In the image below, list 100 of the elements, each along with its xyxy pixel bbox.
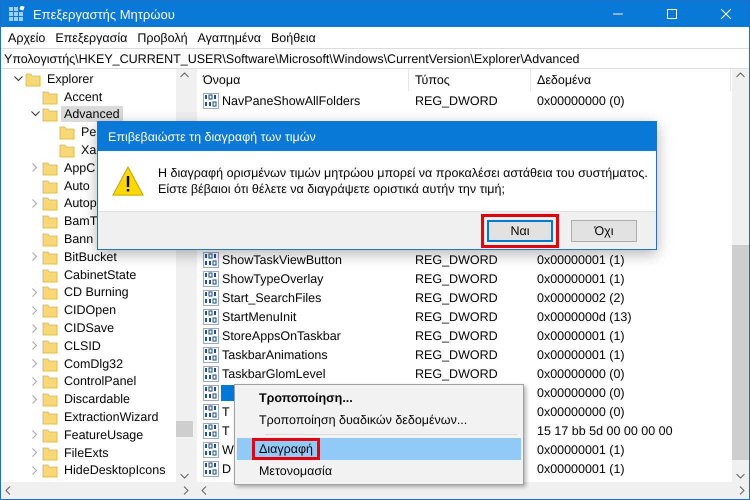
column-header[interactable]: Τύπος	[409, 69, 531, 91]
scroll-right-icon[interactable]	[183, 486, 189, 495]
tree-item[interactable]: Explorer	[44, 70, 97, 87]
value-type: REG_DWORD	[414, 328, 499, 342]
tree-item[interactable]: Xa	[78, 142, 100, 158]
menu-option[interactable]: Τροποποίηση...	[237, 387, 521, 409]
menu-item[interactable]: Επεξεργασία	[50, 30, 132, 44]
dialog-title: Επιβεβαιώστε τη διαγραφή των τιμών	[108, 130, 316, 144]
chevron-down-icon[interactable]	[14, 76, 22, 82]
column-header[interactable]: Δεδομένα	[531, 69, 731, 91]
scroll-down-icon[interactable]	[180, 473, 189, 479]
folder-icon	[42, 88, 58, 105]
tree-item[interactable]: ComDlg32	[61, 356, 126, 372]
column-header[interactable]: Όνομα	[197, 69, 409, 91]
scroll-down-icon[interactable]	[736, 473, 745, 479]
folder-icon	[42, 391, 58, 408]
folder-icon	[42, 320, 58, 336]
value-type: REG_DWORD	[414, 310, 499, 324]
value-name[interactable]: NavPaneShowAllFolders	[221, 92, 362, 108]
tree-item[interactable]: Advanced	[61, 106, 123, 122]
scroll-left-icon[interactable]	[201, 486, 207, 495]
value-data: 0x00000001 (1)	[536, 252, 626, 266]
chevron-right-icon[interactable]	[32, 376, 38, 386]
folder-icon	[42, 195, 58, 212]
chevron-down-icon[interactable]	[30, 111, 40, 118]
chevron-right-icon[interactable]	[32, 448, 38, 458]
tree-item[interactable]: AppC	[61, 160, 98, 176]
chevron-right-icon[interactable]	[32, 430, 38, 440]
dialog-button[interactable]: Όχι	[571, 220, 637, 242]
tree-item[interactable]: ExtractionWizard	[61, 409, 162, 426]
menu-item[interactable]: Βοήθεια	[266, 30, 321, 44]
value-name[interactable]: ShowTaskViewButton	[221, 252, 343, 268]
value-name[interactable]: StoreAppsOnTaskbar	[221, 328, 342, 344]
binary-value-icon	[203, 460, 219, 476]
folder-icon	[42, 409, 58, 426]
folder-icon	[42, 266, 58, 283]
menu-item[interactable]: Προβολή	[132, 30, 193, 44]
value-type: REG_DWORD	[414, 252, 499, 266]
chevron-right-icon[interactable]	[32, 252, 38, 262]
menu-item[interactable]: Αγαπημένα	[192, 30, 266, 44]
folder-icon	[42, 178, 58, 194]
chevron-right-icon[interactable]	[32, 163, 38, 172]
value-name[interactable]: StartMenuInit	[221, 308, 298, 324]
chevron-right-icon[interactable]	[32, 288, 38, 297]
value-name[interactable]: T	[221, 404, 231, 420]
tree-item[interactable]: CabinetState	[61, 266, 140, 283]
chevron-right-icon[interactable]	[32, 466, 38, 475]
chevron-right-icon[interactable]	[32, 306, 38, 315]
registry-icon	[9, 6, 25, 22]
tree-item[interactable]: CLSID	[61, 338, 104, 354]
tree-item[interactable]: FileExts	[61, 444, 112, 461]
menu-option[interactable]: Μετονομασία	[237, 460, 521, 482]
value-name[interactable]: W	[221, 442, 235, 458]
tree-item[interactable]: Bann	[61, 231, 96, 248]
value-name[interactable]: TaskbarAnimations	[221, 346, 329, 362]
folder-icon	[42, 462, 58, 478]
menu-option[interactable]: Τροποποίηση δυαδικών δεδομένων...	[237, 409, 521, 431]
dialog-message: Είστε βέβαιοι ότι θέλετε να διαγράψετε οριστικά αυτήν την τιμή;	[158, 182, 506, 196]
value-name[interactable]: TaskbarGlomLevel	[221, 366, 327, 382]
scrollbar-thumb[interactable]	[176, 421, 193, 437]
scroll-right-icon[interactable]	[739, 486, 745, 495]
chevron-right-icon[interactable]	[32, 341, 38, 350]
value-name[interactable]: Start_SearchFiles	[221, 290, 322, 306]
tree-item[interactable]: Pe	[78, 124, 100, 140]
tree-item[interactable]: FeatureUsage	[61, 426, 146, 443]
warning-icon	[112, 166, 144, 196]
folder-icon	[42, 160, 58, 176]
binary-value-icon	[203, 442, 219, 458]
tree-item[interactable]: Autop	[61, 195, 100, 212]
menu-item[interactable]: Αρχείο	[3, 30, 50, 44]
tree-item[interactable]: Accent	[61, 88, 106, 105]
chevron-right-icon[interactable]	[32, 324, 38, 333]
tree-item[interactable]: BitBucket	[61, 248, 120, 265]
chevron-right-icon[interactable]	[32, 394, 38, 404]
folder-icon	[42, 231, 58, 248]
folder-icon	[59, 124, 75, 140]
folder-icon	[42, 213, 58, 230]
tree-item[interactable]: CIDSave	[61, 320, 118, 336]
chevron-right-icon[interactable]	[32, 359, 38, 368]
scrollbar-thumb[interactable]	[732, 245, 749, 460]
value-name[interactable]: D	[221, 460, 232, 476]
chevron-right-icon[interactable]	[32, 198, 38, 208]
value-type: REG_DWORD	[414, 348, 499, 362]
tree-item[interactable]: Auto	[61, 178, 93, 194]
scroll-up-icon[interactable]	[180, 72, 189, 78]
folder-icon	[25, 70, 41, 87]
tree-item[interactable]: ControlPanel	[61, 373, 140, 390]
tree-item[interactable]: CD Burning	[61, 284, 132, 300]
tree-item[interactable]: BamT	[61, 213, 100, 230]
dialog-button[interactable]: Ναι	[487, 220, 553, 242]
tree-item[interactable]: HideDesktopIcons	[61, 462, 168, 478]
menu-option[interactable]: Διαγραφή	[237, 438, 521, 460]
value-name[interactable]: ShowTypeOverlay	[221, 270, 324, 286]
scroll-left-icon[interactable]	[5, 486, 11, 495]
value-data: 0x00000002 (2)	[536, 290, 626, 304]
tree-item[interactable]: Discardable	[61, 391, 134, 408]
tree-item[interactable]: CIDOpen	[61, 302, 120, 318]
address-bar[interactable]: Υπολογιστής\HKEY_CURRENT_USER\Software\Microsoft\Windows\CurrentVersion\Explorer\Advanced	[1, 48, 749, 69]
value-name[interactable]: T	[221, 422, 231, 438]
scroll-up-icon[interactable]	[736, 72, 745, 78]
